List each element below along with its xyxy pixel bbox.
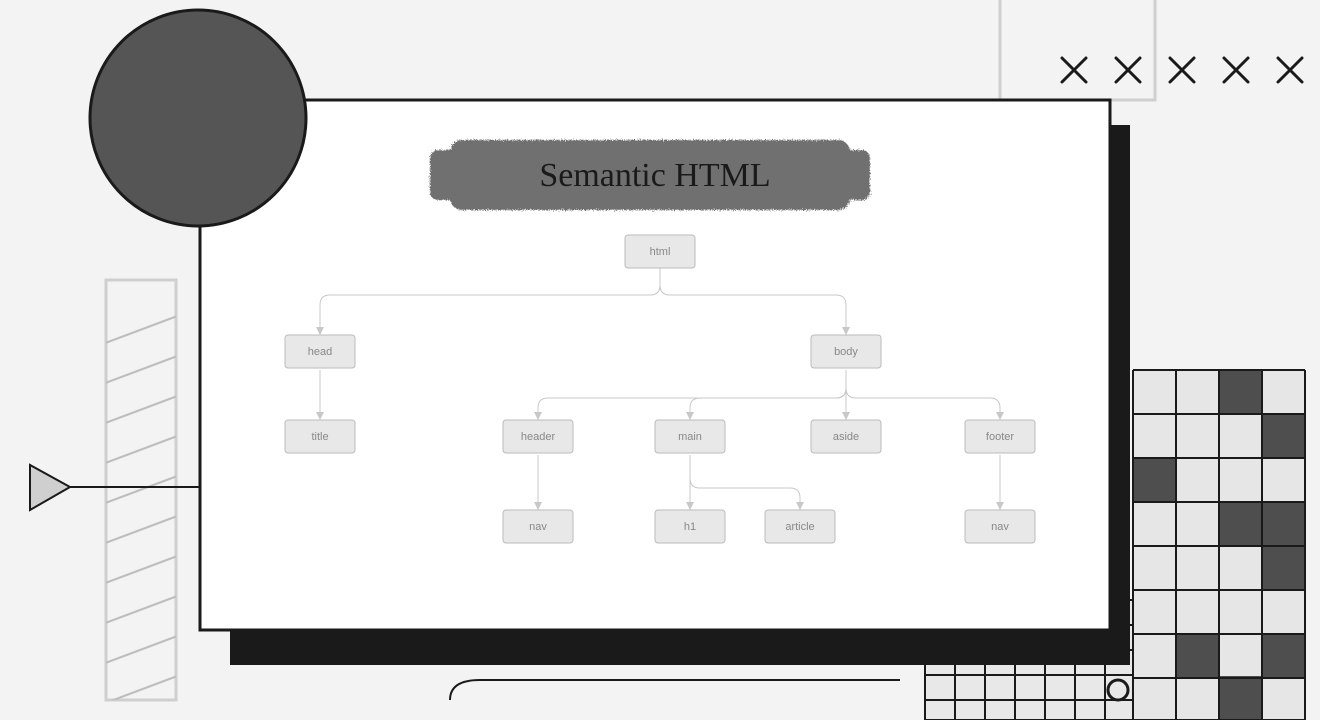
node-h1: h1 [655,510,725,543]
decor-pixel-grid-mosaic [1133,370,1305,720]
node-nav2: nav [965,510,1035,543]
node-head: head [285,335,355,368]
node-header: header [503,420,573,453]
node-body: body [811,335,881,368]
decor-cable [450,680,900,700]
node-nav1: nav [503,510,573,543]
slide-title: Semantic HTML [539,157,770,194]
node-h1-label: h1 [684,521,696,533]
node-nav1-label: nav [529,521,547,533]
node-body-label: body [834,346,858,358]
decor-big-circle [90,10,306,226]
node-aside: aside [811,420,881,453]
node-article-label: article [785,521,814,533]
node-article: article [765,510,835,543]
node-title-label: title [311,431,328,443]
node-header-label: header [521,431,556,443]
node-title: title [285,420,355,453]
node-main-label: main [678,431,702,443]
node-nav2-label: nav [991,521,1009,533]
node-footer-label: footer [986,431,1014,443]
decor-square-top [1000,0,1155,100]
node-html: html [625,235,695,268]
decor-x-row [1062,58,1302,82]
decor-hatched-card [60,280,220,720]
node-head-label: head [308,346,332,358]
node-html-label: html [650,246,671,258]
node-main: main [655,420,725,453]
node-aside-label: aside [833,431,859,443]
node-footer: footer [965,420,1035,453]
